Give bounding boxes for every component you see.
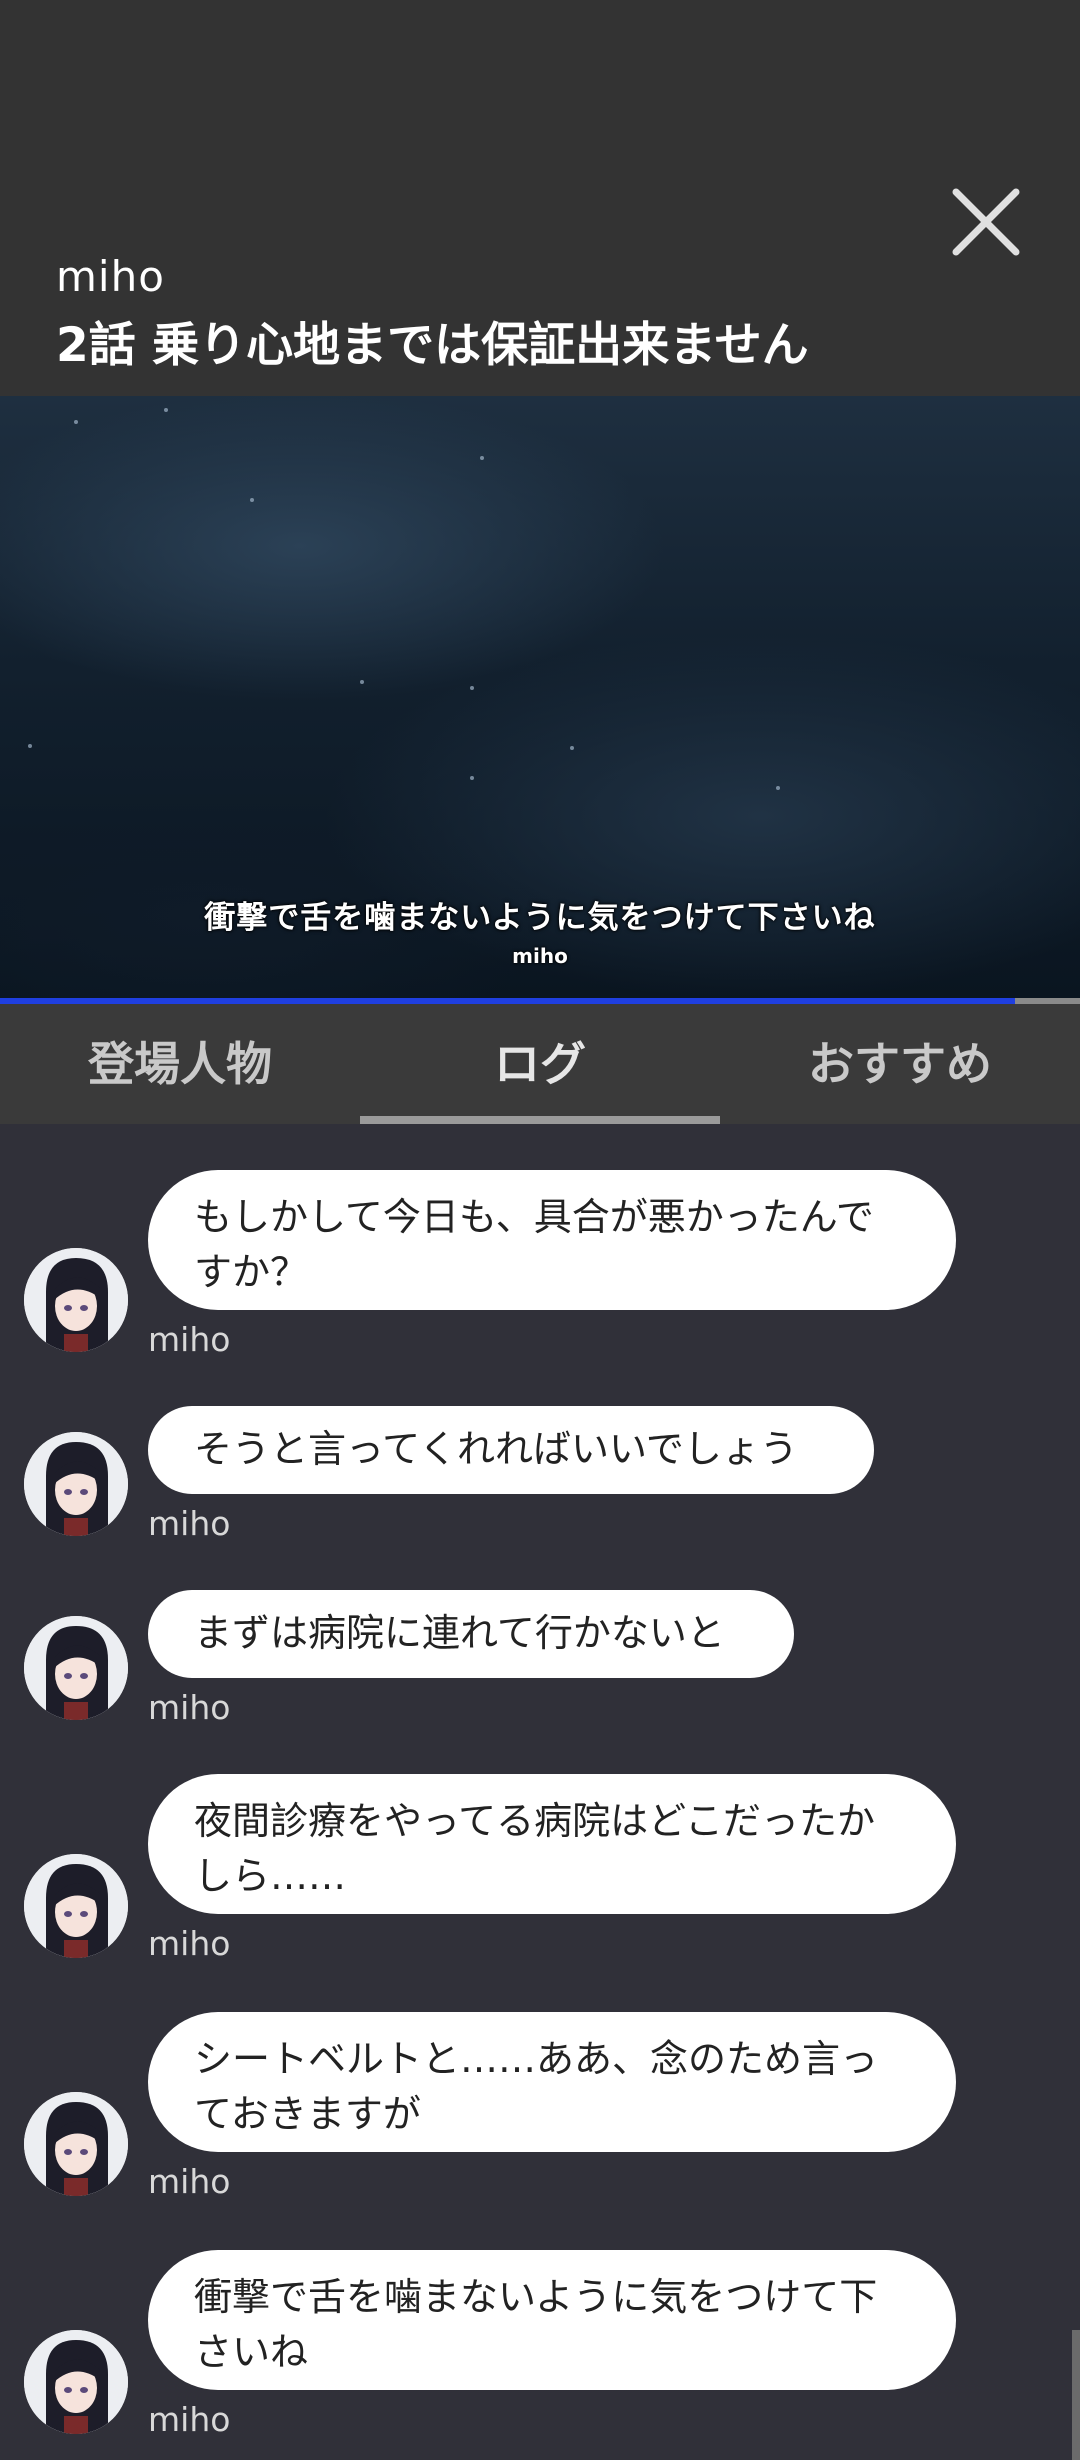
tab-log[interactable]: ログ [360, 1004, 720, 1124]
scene-subtitle-speaker: miho [512, 944, 568, 968]
tab-characters[interactable]: 登場人物 [0, 1004, 360, 1124]
message-bubble: もしかして今日も、具合が悪かったんで すか？ [148, 1170, 956, 1310]
tab-recommended[interactable]: おすすめ [720, 1004, 1080, 1124]
message-bubble: そうと言ってくれればいいでしょう [148, 1406, 874, 1494]
message-speaker: miho [148, 1924, 231, 1963]
episode-title: 2話 乗り心地までは保証出来ません [56, 318, 809, 373]
message-line: しら…… [194, 1854, 347, 1898]
message-speaker: miho [148, 2162, 231, 2201]
avatar [24, 1616, 128, 1720]
message-speaker: miho [148, 2400, 231, 2439]
message-line: さいね [194, 2330, 309, 2374]
star [250, 498, 254, 502]
log-scrollbar[interactable] [1072, 2330, 1080, 2460]
star [470, 686, 474, 690]
star [74, 420, 78, 424]
character-portrait-icon [24, 1854, 128, 1958]
message-speaker: miho [148, 1320, 231, 1359]
header: miho 2話 乗り心地までは保証出来ません [0, 0, 1080, 396]
avatar [24, 1854, 128, 1958]
message-log[interactable]: もしかして今日も、具合が悪かったんで すか？ miho そうと言ってくれればいい… [0, 1124, 1080, 2460]
tab-bar: 登場人物 ログ おすすめ [0, 1004, 1080, 1124]
message-bubble: 夜間診療をやってる病院はどこだったか しら…… [148, 1774, 956, 1914]
character-portrait-icon [24, 1616, 128, 1720]
message-line: そうと言ってくれればいいでしょう [194, 1427, 798, 1471]
message-speaker: miho [148, 1688, 231, 1727]
character-portrait-icon [24, 1248, 128, 1352]
message-line: すか？ [194, 1250, 309, 1294]
message-bubble: シートベルトと……ああ、念のため言っ ておきますが [148, 2012, 956, 2152]
avatar [24, 2092, 128, 2196]
character-portrait-icon [24, 2330, 128, 2434]
message-line: もしかして今日も、具合が悪かったんで [194, 1195, 874, 1239]
avatar [24, 1432, 128, 1536]
message-line: 夜間診療をやってる病院はどこだったか [194, 1799, 875, 1843]
star [164, 408, 168, 412]
message-bubble: まずは病院に連れて行かないと [148, 1590, 794, 1678]
message-speaker: miho [148, 1504, 231, 1543]
star [28, 744, 32, 748]
star [360, 680, 364, 684]
avatar [24, 1248, 128, 1352]
message-line: まずは病院に連れて行かないと [194, 1611, 725, 1655]
scene-view[interactable]: 衝撃で舌を噛まないように気をつけて下さいね miho [0, 396, 1080, 1000]
message-line: シートベルトと……ああ、念のため言っ [194, 2037, 879, 2081]
message-bubble: 衝撃で舌を噛まないように気をつけて下 さいね [148, 2250, 956, 2390]
close-button[interactable] [950, 186, 1022, 258]
character-portrait-icon [24, 1432, 128, 1536]
speaker-name: miho [56, 252, 165, 301]
star [776, 786, 780, 790]
message-line: ておきますが [194, 2092, 421, 2136]
scene-subtitle: 衝撃で舌を噛まないように気をつけて下さいね [204, 900, 876, 936]
character-portrait-icon [24, 2092, 128, 2196]
message-line: 衝撃で舌を噛まないように気をつけて下 [194, 2275, 878, 2319]
avatar [24, 2330, 128, 2434]
close-icon [952, 188, 1020, 256]
star [570, 746, 574, 750]
star [470, 776, 474, 780]
star [480, 456, 484, 460]
